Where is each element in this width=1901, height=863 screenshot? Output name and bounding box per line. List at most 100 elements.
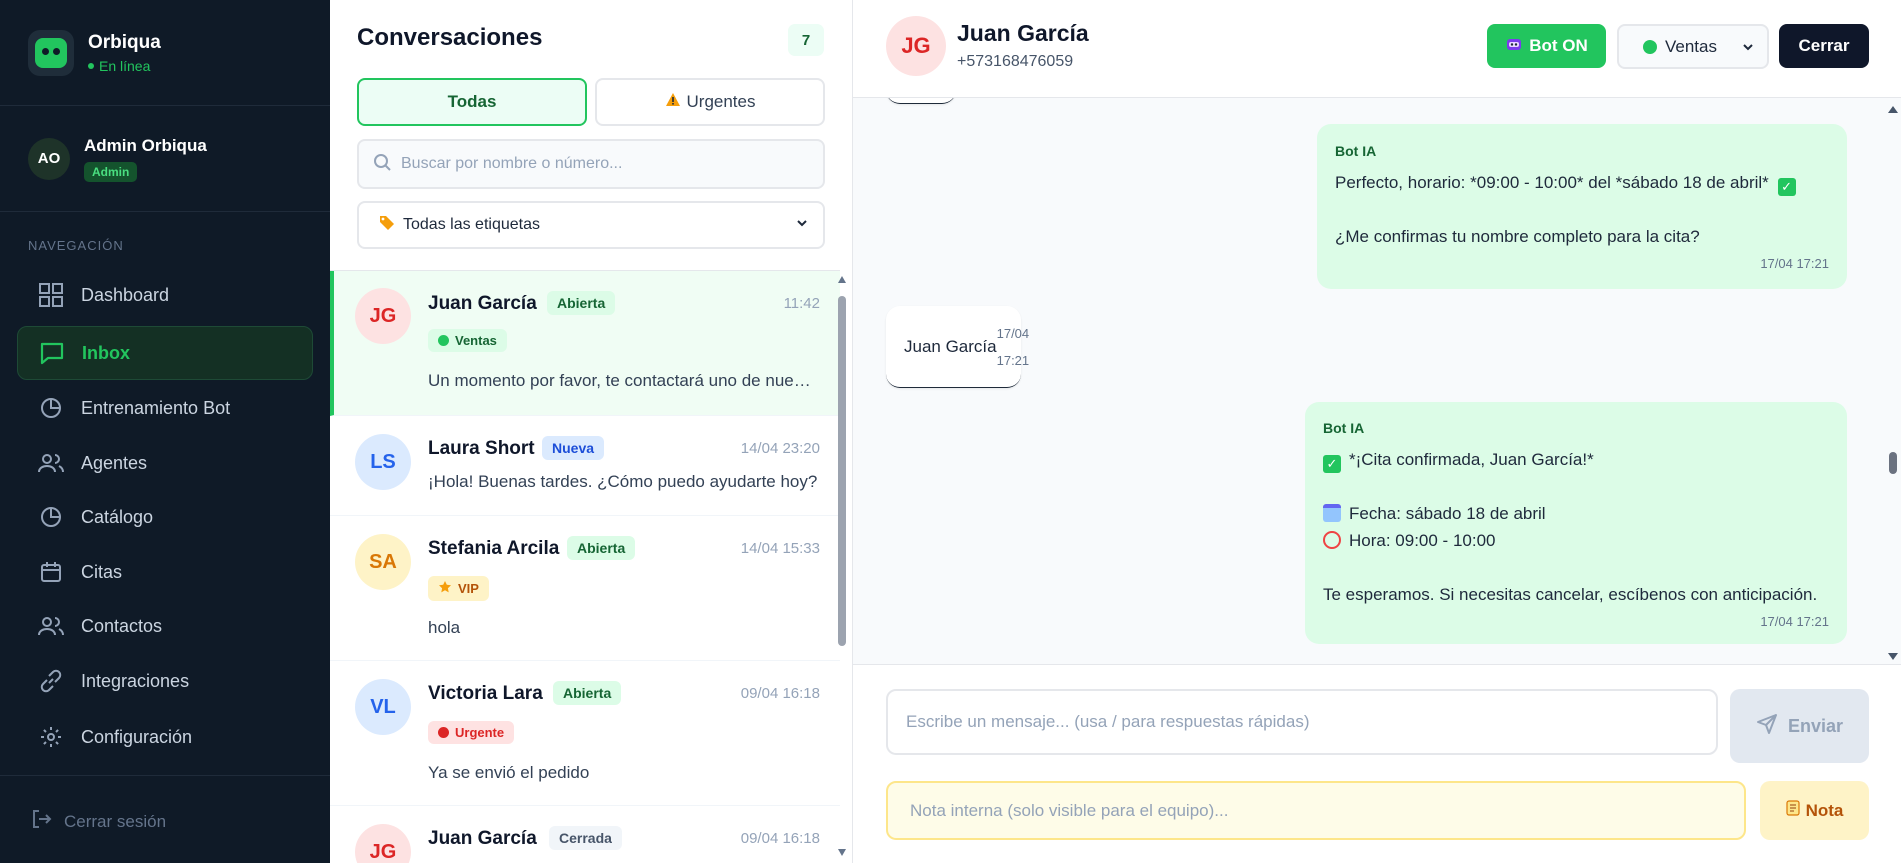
- message-thread: Bot IA Perfecto, horario: *09:00 - 10:00…: [853, 98, 1901, 664]
- timestamp: 09/04 16:18: [740, 685, 820, 702]
- sidebar-item-inbox[interactable]: Inbox: [17, 326, 313, 380]
- conversation-list-scrollbar[interactable]: [837, 276, 847, 856]
- internal-note-input[interactable]: [886, 781, 1746, 840]
- send-label: Enviar: [1787, 715, 1844, 736]
- check-icon: ✓: [1777, 178, 1796, 196]
- chat-header: JG Juan García +573168476059 Bot ON Vent…: [853, 0, 1901, 98]
- logout-label: Cerrar sesión: [64, 811, 167, 831]
- green-circle-icon: [1643, 39, 1657, 54]
- label-text: Urgente: [455, 725, 505, 740]
- robot-icon: [1505, 36, 1523, 57]
- avatar: SA: [355, 534, 411, 590]
- message-text: Fecha: sábado 18 de abril: [1349, 504, 1546, 523]
- message-line: [1335, 196, 1829, 223]
- department-select[interactable]: Ventas: [1617, 24, 1769, 69]
- timestamp: 14/04 15:33: [740, 540, 820, 557]
- sidebar-item-label: Integraciones: [81, 670, 190, 691]
- sidebar-item-entrenamiento-bot[interactable]: Entrenamiento Bot: [17, 381, 313, 435]
- red-circle-icon: [438, 727, 449, 738]
- sidebar-item-citas[interactable]: Citas: [17, 545, 313, 599]
- chat-scrollbar[interactable]: [1886, 102, 1900, 662]
- search-input[interactable]: [401, 155, 801, 173]
- online-status: En línea: [88, 58, 161, 74]
- sidebar-item-contactos[interactable]: Contactos: [17, 599, 313, 653]
- sidebar-item-catalogo[interactable]: Catálogo: [17, 490, 313, 544]
- send-icon: [1756, 713, 1778, 740]
- message-bubble-partial: [886, 98, 956, 104]
- conversation-item[interactable]: SA Stefania Arcila Abierta 14/04 15:33 V…: [330, 516, 840, 661]
- status-badge: Nueva: [542, 436, 605, 460]
- nav-section-label: NAVEGACIÓN: [28, 238, 124, 253]
- divider: [0, 775, 330, 776]
- online-status-label: En línea: [99, 57, 151, 74]
- message-preview: Un momento por favor, te contactará uno …: [428, 371, 818, 390]
- memo-icon: [1786, 800, 1800, 821]
- label-text: VIP: [458, 581, 479, 596]
- conversation-item[interactable]: JG Juan García Cerrada 09/04 16:18: [330, 806, 840, 863]
- avatar: JG: [355, 288, 411, 344]
- sidebar-item-dashboard[interactable]: Dashboard: [17, 268, 313, 322]
- avatar: JG: [886, 16, 946, 76]
- sidebar-item-label: Dashboard: [81, 284, 170, 305]
- status-dot-icon: [88, 62, 94, 69]
- pie-icon: [37, 503, 65, 531]
- contact-name: Laura Short: [428, 438, 535, 459]
- message-text: Perfecto, horario: *09:00 - 10:00* del *…: [1335, 173, 1769, 192]
- message-input[interactable]: [886, 689, 1718, 755]
- gear-icon: [37, 723, 65, 751]
- bot-message: Bot IA Perfecto, horario: *09:00 - 10:00…: [1317, 124, 1847, 289]
- bot-toggle-button[interactable]: Bot ON: [1487, 24, 1606, 68]
- message-sender: Bot IA: [1335, 143, 1377, 159]
- tab-todas[interactable]: Todas: [357, 78, 587, 126]
- conversation-item[interactable]: VL Victoria Lara Abierta 09/04 16:18 Urg…: [330, 661, 840, 806]
- conversation-panel: Conversaciones 7 Todas Urgentes Todas la…: [330, 0, 853, 863]
- send-button[interactable]: Enviar: [1730, 689, 1869, 763]
- bot-toggle-label: Bot ON: [1529, 36, 1588, 55]
- label-text: Ventas: [455, 333, 497, 348]
- search-icon: [373, 153, 391, 176]
- logout-button[interactable]: Cerrar sesión: [30, 808, 166, 835]
- sidebar-item-integraciones[interactable]: Integraciones: [17, 654, 313, 708]
- message-text: *¡Cita confirmada, Juan García!*: [1349, 450, 1594, 469]
- grid-icon: [37, 281, 65, 309]
- conversations-title: Conversaciones: [357, 24, 543, 51]
- timestamp: 11:42: [783, 295, 820, 312]
- status-badge: Abierta: [553, 681, 622, 705]
- message-line: [1323, 554, 1829, 581]
- chevron-down-icon: [795, 216, 809, 235]
- sidebar-item-agentes[interactable]: Agentes: [17, 436, 313, 490]
- warning-icon: [665, 92, 681, 112]
- calendar-icon: [1323, 504, 1341, 522]
- message-sender: Bot IA: [1323, 420, 1365, 436]
- sidebar-item-label: Configuración: [81, 726, 193, 747]
- alarm-clock-icon: [1323, 531, 1341, 549]
- chat-panel: JG Juan García +573168476059 Bot ON Vent…: [853, 0, 1901, 863]
- close-conversation-button[interactable]: Cerrar: [1779, 24, 1869, 68]
- label-badge: VIP: [428, 576, 489, 601]
- logout-icon: [30, 808, 52, 835]
- sidebar-item-configuracion[interactable]: Configuración: [17, 710, 313, 764]
- avatar: VL: [355, 679, 411, 735]
- sidebar-item-label: Agentes: [81, 452, 148, 473]
- status-badge: Abierta: [567, 536, 636, 560]
- message-line: Perfecto, horario: *09:00 - 10:00* del *…: [1335, 169, 1829, 196]
- add-note-button[interactable]: Nota: [1760, 781, 1869, 840]
- tab-urgentes[interactable]: Urgentes: [595, 78, 825, 126]
- message-line: Te esperamos. Si necesitas cancelar, esc…: [1323, 585, 1818, 604]
- conversation-item[interactable]: JG Juan García Abierta 11:42 Ventas Un m…: [330, 271, 840, 416]
- avatar: AO: [28, 137, 70, 180]
- message-line: [1323, 473, 1829, 500]
- contact-phone: +573168476059: [957, 53, 1074, 70]
- sidebar-item-label: Citas: [81, 561, 123, 582]
- department-value: Ventas: [1665, 36, 1717, 56]
- chat-icon: [38, 339, 66, 367]
- tag-filter-select[interactable]: Todas las etiquetas: [357, 201, 825, 249]
- label-badge: Urgente: [428, 721, 515, 744]
- green-circle-icon: [438, 335, 449, 346]
- conversation-item[interactable]: LS Laura Short Nueva 14/04 23:20 ¡Hola! …: [330, 416, 840, 516]
- brand-name: Orbiqua: [88, 31, 161, 53]
- users-icon: [37, 612, 65, 640]
- timestamp: 14/04 23:20: [740, 440, 820, 457]
- role-badge: Admin: [84, 161, 138, 182]
- message-line: Fecha: sábado 18 de abril: [1323, 500, 1829, 527]
